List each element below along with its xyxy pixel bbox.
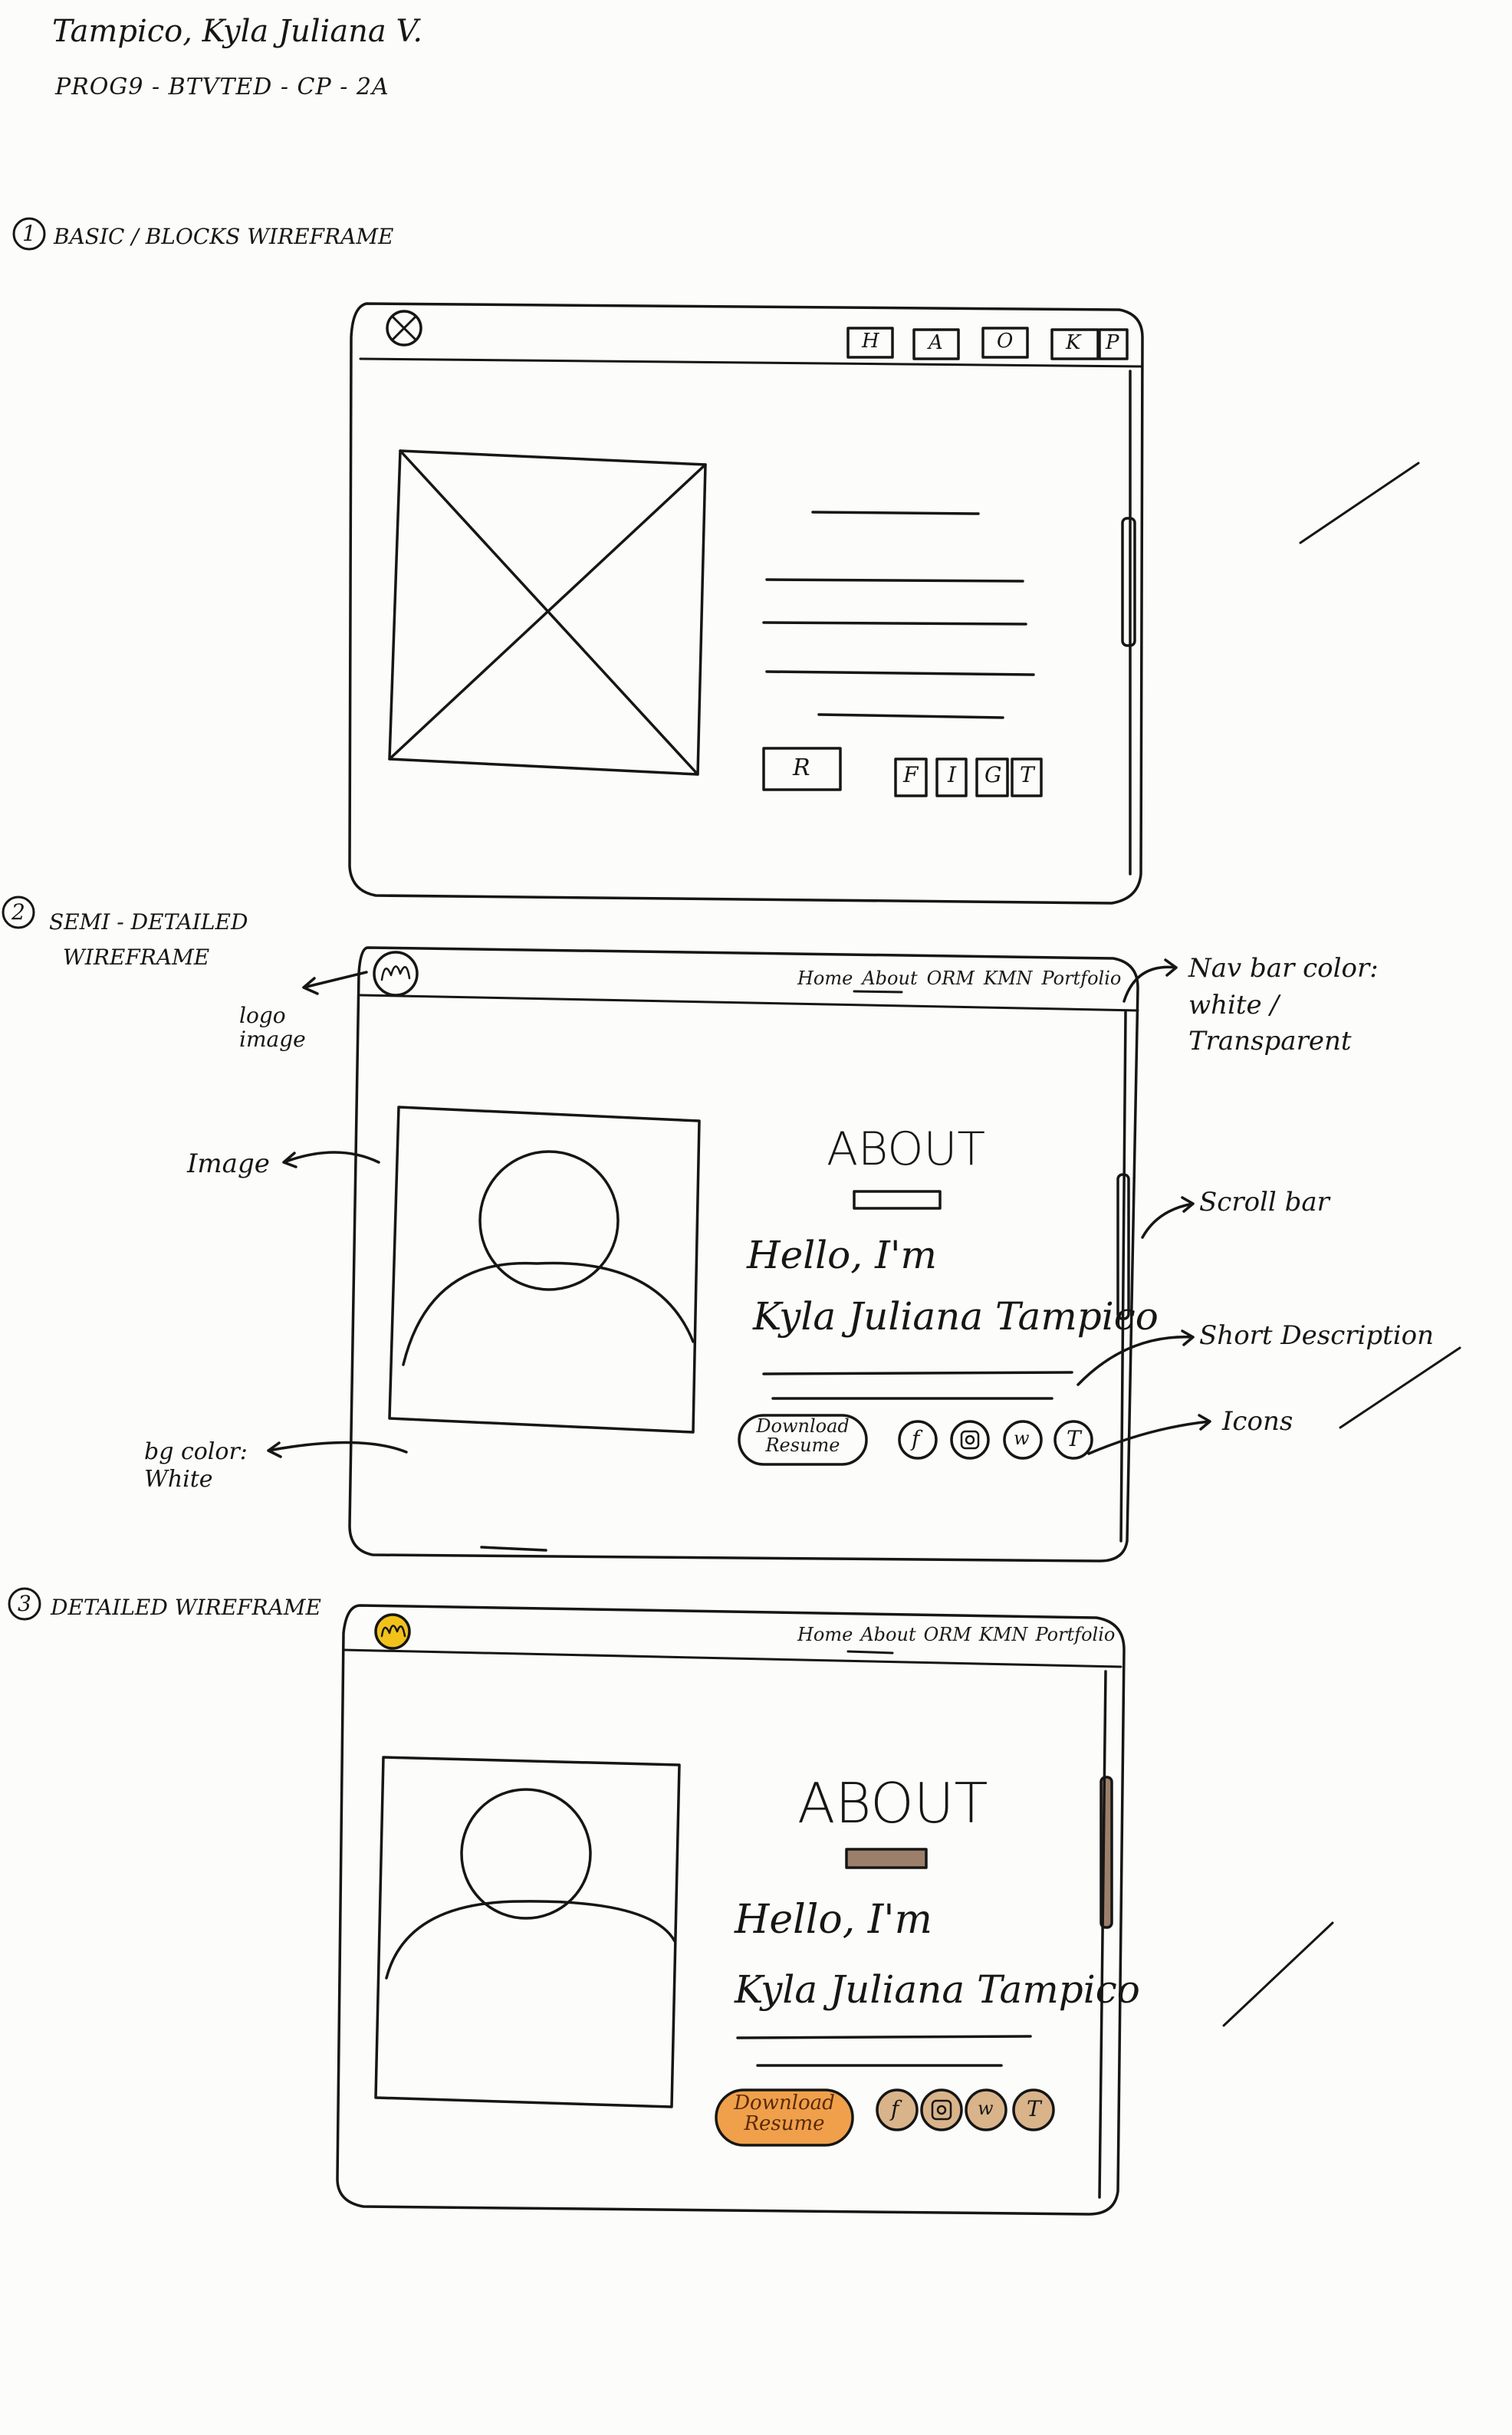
student-name: Tampico, Kyla Juliana V.	[52, 14, 423, 49]
resume-box-label: R	[793, 754, 810, 781]
nav-box-o-label: O	[997, 330, 1014, 353]
social-box-t-label: T	[1020, 762, 1034, 787]
t-icon-label: T	[1067, 1426, 1081, 1451]
nav-link-kmn[interactable]: KMN	[984, 968, 1033, 989]
nav-links: Home About ORM KMN Portfolio	[797, 1624, 1115, 1645]
annotation-image: Image	[187, 1148, 270, 1179]
section-1-number: 1	[22, 221, 36, 246]
section-2-title-line2: WIREFRAME	[63, 945, 210, 970]
nav-link-orm[interactable]: ORM	[927, 968, 975, 989]
nav-link-portfolio[interactable]: Portfolio	[1041, 968, 1121, 989]
annotation-icons: Icons	[1222, 1406, 1293, 1437]
annotation-navbar-color: Nav bar color: white / Transparent	[1188, 953, 1379, 1057]
annotation-scroll-bar: Scroll bar	[1199, 1187, 1330, 1218]
nav-box-a-label: A	[929, 331, 943, 354]
nav-link-about[interactable]: About	[862, 968, 917, 989]
annotation-short-description: Short Description	[1199, 1320, 1435, 1351]
hero-name: Kyla Juliana Tampico	[735, 1967, 1140, 2012]
nav-link-portfolio[interactable]: Portfolio	[1035, 1624, 1115, 1645]
facebook-icon-label: f	[912, 1426, 920, 1451]
hero-name: Kyla Juliana Tampico	[753, 1294, 1159, 1339]
section-3-title: DETAILED WIREFRAME	[51, 1595, 321, 1620]
social-box-i-label: I	[948, 762, 957, 787]
image-placeholder	[388, 449, 707, 776]
social-box-g-label: G	[984, 762, 1002, 787]
about-title-bar	[845, 1848, 928, 1869]
social-box-f-label: F	[903, 762, 919, 787]
nav-box-p-label: P	[1106, 331, 1119, 354]
t-icon-label: T	[1027, 2096, 1041, 2121]
nav-box-h-label: H	[862, 330, 879, 353]
nav-link-home[interactable]: Home	[797, 1624, 853, 1645]
nav-box-k-label: K	[1066, 331, 1081, 354]
about-title: ABOUT	[797, 1771, 988, 1835]
download-resume-label: Download Resume	[734, 2092, 835, 2136]
w-icon-label: w	[1014, 1428, 1030, 1449]
wireframe-drawing	[2, 217, 1461, 2216]
greeting: Hello, I'm	[735, 1897, 932, 1943]
sketch-sheet: Tampico, Kyla Juliana V. PROG9 - BTVTED …	[0, 0, 1512, 2435]
download-resume-label: Download Resume	[756, 1415, 850, 1457]
w-icon-label: w	[978, 2098, 994, 2119]
section-1-title: BASIC / BLOCKS WIREFRAME	[54, 224, 394, 249]
nav-link-kmn[interactable]: KMN	[979, 1624, 1028, 1645]
profile-image-frame	[388, 1106, 701, 1434]
nav-link-home[interactable]: Home	[797, 968, 853, 989]
student-section: PROG9 - BTVTED - CP - 2A	[55, 74, 390, 100]
profile-image-frame	[374, 1756, 681, 2108]
nav-link-about[interactable]: About	[860, 1624, 915, 1645]
logo-icon[interactable]	[373, 951, 419, 997]
annotation-logo: logo image	[239, 1003, 306, 1052]
about-title-bar	[853, 1190, 942, 1210]
scrollbar[interactable]	[1121, 517, 1136, 647]
instagram-icon[interactable]	[950, 1420, 990, 1460]
nav-link-orm[interactable]: ORM	[924, 1624, 971, 1645]
about-title: ABOUT	[827, 1122, 986, 1176]
section-2-title: SEMI - DETAILED	[49, 909, 248, 935]
section-3-number: 3	[18, 1591, 31, 1616]
annotation-bg-color: bg color: White	[144, 1438, 248, 1493]
instagram-icon[interactable]	[920, 2088, 963, 2131]
greeting: Hello, I'm	[747, 1233, 937, 1277]
facebook-icon-label: f	[891, 2096, 899, 2121]
section-2-number: 2	[12, 899, 25, 925]
wireframe-1	[348, 302, 1420, 905]
nav-links: Home About ORM KMN Portfolio	[797, 968, 1121, 989]
